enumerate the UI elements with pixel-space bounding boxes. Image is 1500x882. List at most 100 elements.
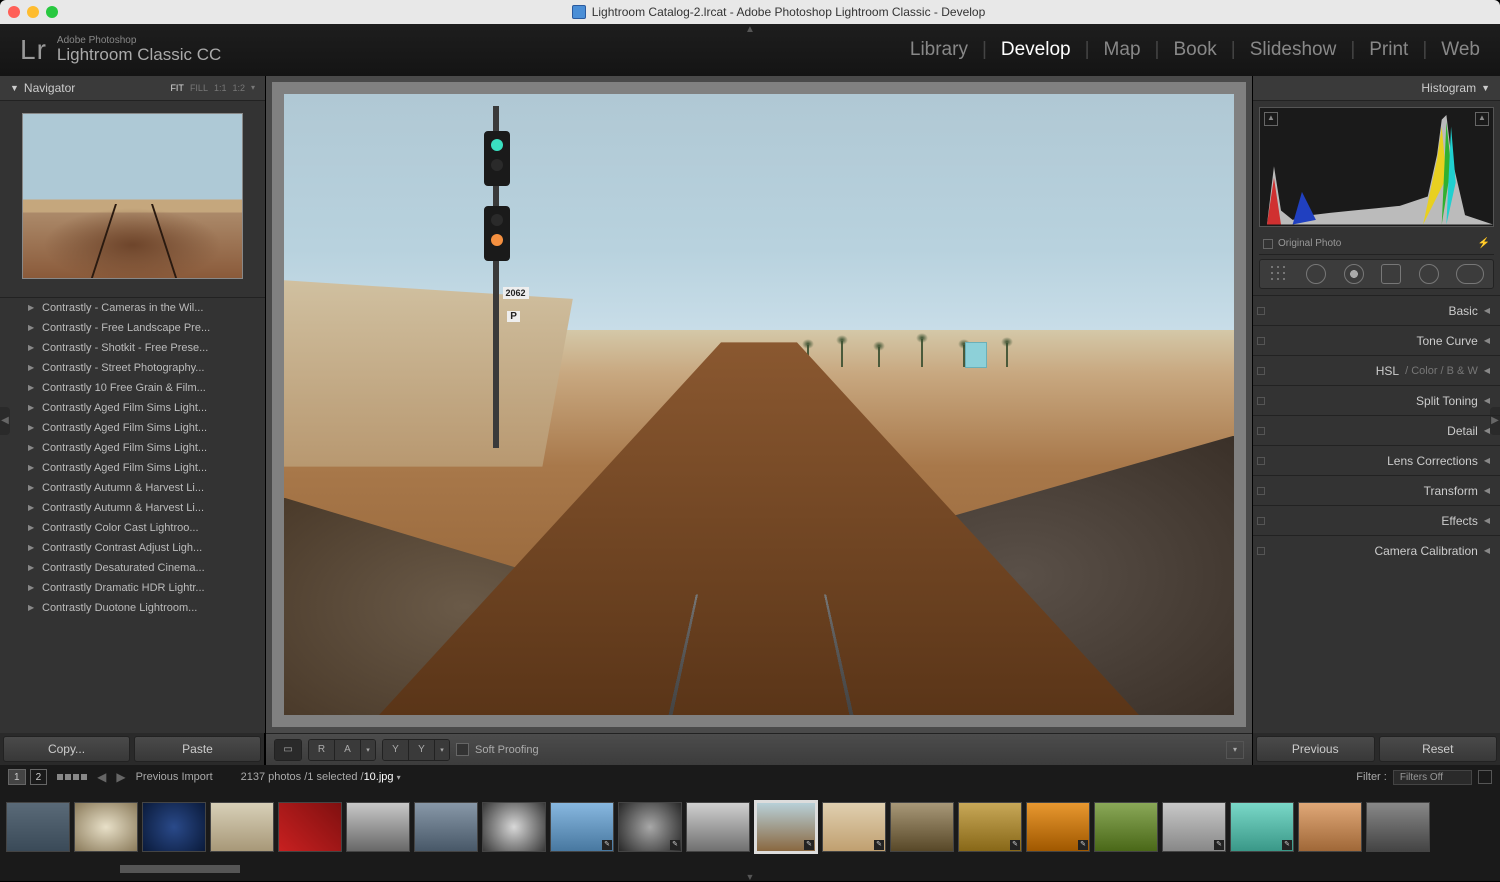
flash-icon[interactable]: ⚡ — [1478, 238, 1490, 249]
nav-back-icon[interactable]: ◀ — [97, 770, 106, 784]
preset-folder[interactable]: ▶Contrastly Autumn & Harvest Li... — [0, 478, 265, 498]
soft-proofing-checkbox[interactable] — [456, 743, 469, 756]
panel-camera-calibration[interactable]: Camera Calibration — [1253, 535, 1500, 565]
panel-switch-icon[interactable] — [1257, 367, 1265, 375]
filmstrip-thumb[interactable]: ✎ — [1162, 802, 1226, 852]
before-after-r-icon[interactable]: R — [309, 740, 335, 760]
preset-folder[interactable]: ▶Contrastly Dramatic HDR Lightr... — [0, 578, 265, 598]
zoom-fit[interactable]: FIT — [170, 83, 184, 93]
filmstrip-thumb[interactable]: ✎ — [618, 802, 682, 852]
adjustment-brush-tool-icon[interactable] — [1456, 264, 1484, 284]
module-print[interactable]: Print — [1369, 39, 1408, 61]
filmstrip-scrollbar[interactable] — [0, 865, 1500, 873]
loupe-view-icon[interactable]: ▭ — [275, 740, 301, 760]
filmstrip-thumb[interactable] — [6, 802, 70, 852]
collapse-top-icon[interactable]: ▲ — [738, 24, 762, 32]
filter-lock-icon[interactable] — [1478, 770, 1492, 784]
display-1-button[interactable]: 1 — [8, 769, 26, 785]
view-mode-segment[interactable]: ▭ — [274, 739, 302, 761]
copy-settings-button[interactable]: Copy... — [3, 736, 130, 762]
module-library[interactable]: Library — [910, 39, 968, 61]
filmstrip-thumb[interactable] — [278, 802, 342, 852]
panel-detail[interactable]: Detail — [1253, 415, 1500, 445]
zoom-window-icon[interactable] — [46, 6, 58, 18]
filmstrip-thumb[interactable] — [74, 802, 138, 852]
display-2-button[interactable]: 2 — [30, 769, 48, 785]
preset-folder[interactable]: ▶Contrastly - Free Landscape Pre... — [0, 318, 265, 338]
before-after-y1-icon[interactable]: Y — [383, 740, 409, 760]
panel-switch-icon[interactable] — [1257, 337, 1265, 345]
grid-view-icon[interactable] — [57, 774, 87, 780]
histogram[interactable]: ▲ ▲ — [1259, 107, 1494, 227]
close-window-icon[interactable] — [8, 6, 20, 18]
filmstrip-thumb[interactable]: ✎ — [1230, 802, 1294, 852]
panel-transform[interactable]: Transform — [1253, 475, 1500, 505]
preset-folder[interactable]: ▶Contrastly - Cameras in the Wil... — [0, 298, 265, 318]
panel-switch-icon[interactable] — [1257, 397, 1265, 405]
module-develop[interactable]: Develop — [1001, 39, 1071, 61]
preset-folder[interactable]: ▶Contrastly - Shotkit - Free Prese... — [0, 338, 265, 358]
redeye-tool-icon[interactable] — [1344, 264, 1364, 284]
source-label[interactable]: Previous Import — [136, 771, 213, 783]
panel-lens-corrections[interactable]: Lens Corrections — [1253, 445, 1500, 475]
filmstrip-thumb[interactable]: ✎ — [754, 800, 818, 854]
panel-hsl[interactable]: HSL/ Color / B & W — [1253, 355, 1500, 385]
filmstrip-thumb[interactable]: ✎ — [958, 802, 1022, 852]
module-web[interactable]: Web — [1441, 39, 1480, 61]
toolbar-overflow-button[interactable]: ▾ — [1226, 741, 1244, 759]
zoom-1-1[interactable]: 1:1 — [214, 83, 227, 93]
navigator-preview[interactable] — [22, 113, 243, 279]
zoom-fill[interactable]: FILL — [190, 83, 208, 93]
preset-folder[interactable]: ▶Contrastly Aged Film Sims Light... — [0, 438, 265, 458]
filmstrip-thumb[interactable] — [1298, 802, 1362, 852]
paste-settings-button[interactable]: Paste — [134, 736, 261, 762]
panel-basic[interactable]: Basic — [1253, 295, 1500, 325]
expand-left-panel-icon[interactable]: ◀ — [0, 407, 10, 435]
module-book[interactable]: Book — [1173, 39, 1216, 61]
previous-button[interactable]: Previous — [1256, 736, 1375, 762]
filmstrip-thumb[interactable] — [890, 802, 954, 852]
panel-switch-icon[interactable] — [1257, 517, 1265, 525]
filmstrip-thumb[interactable]: ✎ — [1026, 802, 1090, 852]
collapse-filmstrip-icon[interactable]: ▼ — [0, 873, 1500, 881]
module-map[interactable]: Map — [1104, 39, 1141, 61]
panel-switch-icon[interactable] — [1257, 427, 1265, 435]
before-after-segment-2[interactable]: Y Y ▾ — [382, 739, 450, 761]
preset-folder[interactable]: ▶Contrastly Aged Film Sims Light... — [0, 418, 265, 438]
preset-folder[interactable]: ▶Contrastly Color Cast Lightroo... — [0, 518, 265, 538]
filmstrip-thumb[interactable] — [210, 802, 274, 852]
preset-folder[interactable]: ▶Contrastly Duotone Lightroom... — [0, 598, 265, 618]
filmstrip-thumb[interactable]: ✎ — [822, 802, 886, 852]
preset-folder[interactable]: ▶Contrastly Desaturated Cinema... — [0, 558, 265, 578]
filmstrip-thumb[interactable] — [686, 802, 750, 852]
before-after-y2-icon[interactable]: Y — [409, 740, 435, 760]
panel-effects[interactable]: Effects — [1253, 505, 1500, 535]
before-after-a-icon[interactable]: A — [335, 740, 361, 760]
navigator-header[interactable]: ▼ Navigator FITFILL1:11:2▾ — [0, 76, 265, 101]
preset-folder[interactable]: ▶Contrastly 10 Free Grain & Film... — [0, 378, 265, 398]
zoom-1-2[interactable]: 1:2 — [232, 83, 245, 93]
panel-switch-icon[interactable] — [1257, 457, 1265, 465]
preset-folder[interactable]: ▶Contrastly Aged Film Sims Light... — [0, 458, 265, 478]
crop-tool-icon[interactable] — [1269, 264, 1289, 284]
graduated-filter-tool-icon[interactable] — [1381, 264, 1401, 284]
panel-tone-curve[interactable]: Tone Curve — [1253, 325, 1500, 355]
panel-switch-icon[interactable] — [1257, 487, 1265, 495]
filmstrip-thumb[interactable] — [1366, 802, 1430, 852]
panel-switch-icon[interactable] — [1257, 307, 1265, 315]
filmstrip-thumb[interactable] — [142, 802, 206, 852]
nav-forward-icon[interactable]: ▶ — [116, 770, 125, 784]
spot-removal-tool-icon[interactable] — [1306, 264, 1326, 284]
filmstrip-thumb[interactable] — [346, 802, 410, 852]
original-photo-checkbox[interactable] — [1263, 239, 1273, 249]
minimize-window-icon[interactable] — [27, 6, 39, 18]
preset-folder[interactable]: ▶Contrastly Aged Film Sims Light... — [0, 398, 265, 418]
preset-folder[interactable]: ▶Contrastly Contrast Adjust Ligh... — [0, 538, 265, 558]
before-after-segment-1[interactable]: R A ▾ — [308, 739, 376, 761]
module-slideshow[interactable]: Slideshow — [1250, 39, 1337, 61]
before-after-drop2-icon[interactable]: ▾ — [435, 740, 449, 760]
histogram-header[interactable]: Histogram ▼ — [1253, 76, 1500, 101]
filmstrip[interactable]: ✎✎✎✎✎✎✎✎ — [0, 789, 1500, 865]
panel-switch-icon[interactable] — [1257, 547, 1265, 555]
reset-button[interactable]: Reset — [1379, 736, 1498, 762]
